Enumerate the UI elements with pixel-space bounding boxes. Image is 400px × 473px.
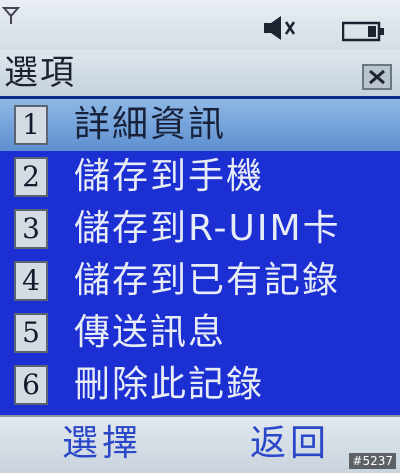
menu-item-label: 詳細資訊	[74, 104, 227, 145]
phone-screen: 選項 1 詳細資訊 2 儲存到手機 3 儲存到R-UIM卡 4 儲存到已有記錄 …	[0, 0, 400, 473]
menu-item-details[interactable]: 1 詳細資訊	[0, 99, 400, 151]
battery-icon	[342, 21, 384, 42]
close-icon	[369, 69, 385, 85]
menu-item-label: 儲存到已有記錄	[74, 260, 341, 301]
menu-item-save-to-ruim-card[interactable]: 3 儲存到R-UIM卡	[0, 203, 400, 255]
menu-item-number: 2	[14, 157, 48, 197]
menu-item-number: 4	[14, 261, 48, 301]
menu-item-delete-record[interactable]: 6 刪除此記錄	[0, 359, 400, 411]
menu-item-number: 6	[14, 365, 48, 405]
menu-item-label: 儲存到R-UIM卡	[74, 208, 341, 249]
menu-item-number: 5	[14, 313, 48, 353]
softkey-bar: 選擇 返回	[0, 415, 400, 473]
menu-item-save-to-phone[interactable]: 2 儲存到手機	[0, 151, 400, 203]
menu-item-label: 儲存到手機	[74, 156, 265, 197]
menu-item-send-message[interactable]: 5 傳送訊息	[0, 307, 400, 359]
menu-item-label: 刪除此記錄	[74, 364, 265, 405]
status-bar	[0, 0, 400, 50]
menu-item-number: 1	[14, 105, 48, 145]
speaker-muted-icon	[264, 16, 296, 40]
signal-antenna-icon	[2, 7, 20, 24]
menu-item-label: 傳送訊息	[74, 312, 227, 353]
back-softkey[interactable]: 返回	[250, 423, 330, 465]
title-bar: 選項	[0, 50, 400, 99]
page-title: 選項	[4, 53, 76, 93]
watermark: #5237	[349, 453, 396, 469]
close-button[interactable]	[362, 64, 392, 90]
options-menu: 1 詳細資訊 2 儲存到手機 3 儲存到R-UIM卡 4 儲存到已有記錄 5 傳…	[0, 99, 400, 415]
menu-item-save-to-existing-record[interactable]: 4 儲存到已有記錄	[0, 255, 400, 307]
menu-item-number: 3	[14, 209, 48, 249]
select-softkey[interactable]: 選擇	[62, 423, 142, 465]
